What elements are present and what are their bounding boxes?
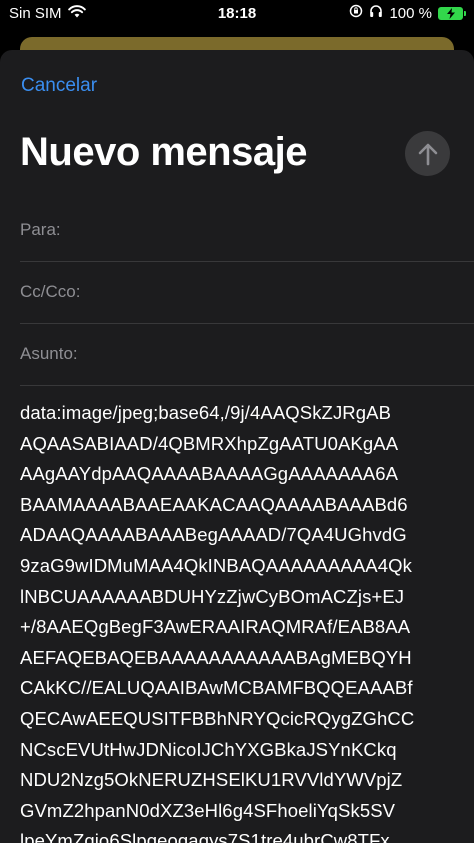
message-body[interactable]: data:image/jpeg;base64,/9j/4AAQSkZJRgAB … [20,398,470,843]
cc-field: Cc/Cco: [20,262,474,324]
subject-label: Asunto: [20,344,78,363]
arrow-up-icon [418,143,437,165]
battery-percent: 100 % [389,4,432,22]
subject-input[interactable] [105,339,464,369]
status-bar: Sin SIM 18:18 100 % [0,0,474,28]
page-title: Nuevo mensaje [20,130,307,174]
compose-sheet: Cancelar Nuevo mensaje Para: Cc/Cco: Asu… [0,50,474,843]
subject-field: Asunto: [20,324,474,386]
headphones-icon [369,4,383,22]
cancel-button[interactable]: Cancelar [21,75,97,97]
battery-charging-icon [438,6,466,20]
to-input[interactable] [92,215,464,245]
status-right: 100 % [349,4,466,22]
to-field: Para: [20,200,474,262]
to-label: Para: [20,220,61,239]
cc-label: Cc/Cco: [20,282,81,301]
send-button[interactable] [405,131,450,176]
cc-input[interactable] [105,277,464,307]
orientation-lock-icon [349,4,363,22]
